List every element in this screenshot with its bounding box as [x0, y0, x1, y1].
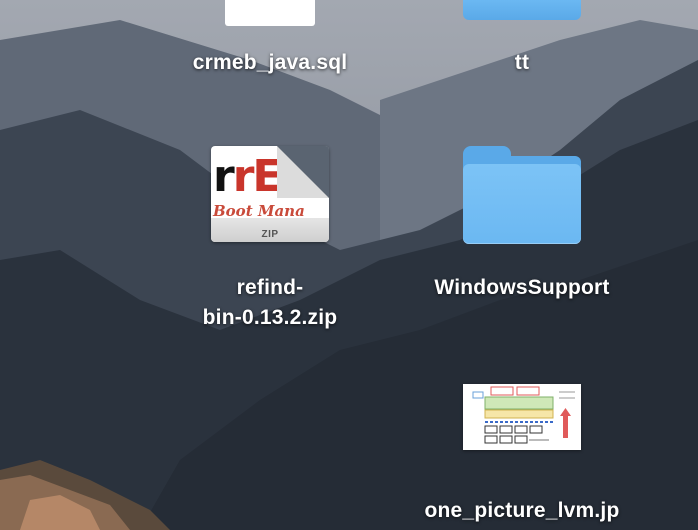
- folder-front: [463, 164, 581, 244]
- desktop-item-label[interactable]: refind- bin-0.13.2.zip: [150, 273, 390, 333]
- label-line-1: refind-: [236, 276, 304, 299]
- desktop-item-label[interactable]: one_picture_lvm.jp: [392, 496, 652, 526]
- desktop-item-label[interactable]: WindowsSupport: [392, 273, 652, 303]
- zip-extension-label: ZIP: [261, 229, 279, 240]
- diagram-preview-graphic: [463, 384, 581, 450]
- image-thumbnail-icon[interactable]: [463, 384, 581, 450]
- label-line-2: bin-0.13.2.zip: [202, 306, 338, 329]
- wallpaper-mountains: [0, 0, 698, 530]
- folder-icon[interactable]: [463, 146, 581, 244]
- desktop-item-label[interactable]: tt: [402, 48, 642, 78]
- desktop-item-label[interactable]: crmeb_java.sql: [150, 48, 390, 78]
- folder-icon[interactable]: [463, 0, 581, 20]
- sql-document-icon[interactable]: [225, 0, 315, 26]
- page-fold-corner: [277, 146, 329, 198]
- zip-archive-icon[interactable]: rrEFI Boot Mana ZIP: [211, 146, 329, 242]
